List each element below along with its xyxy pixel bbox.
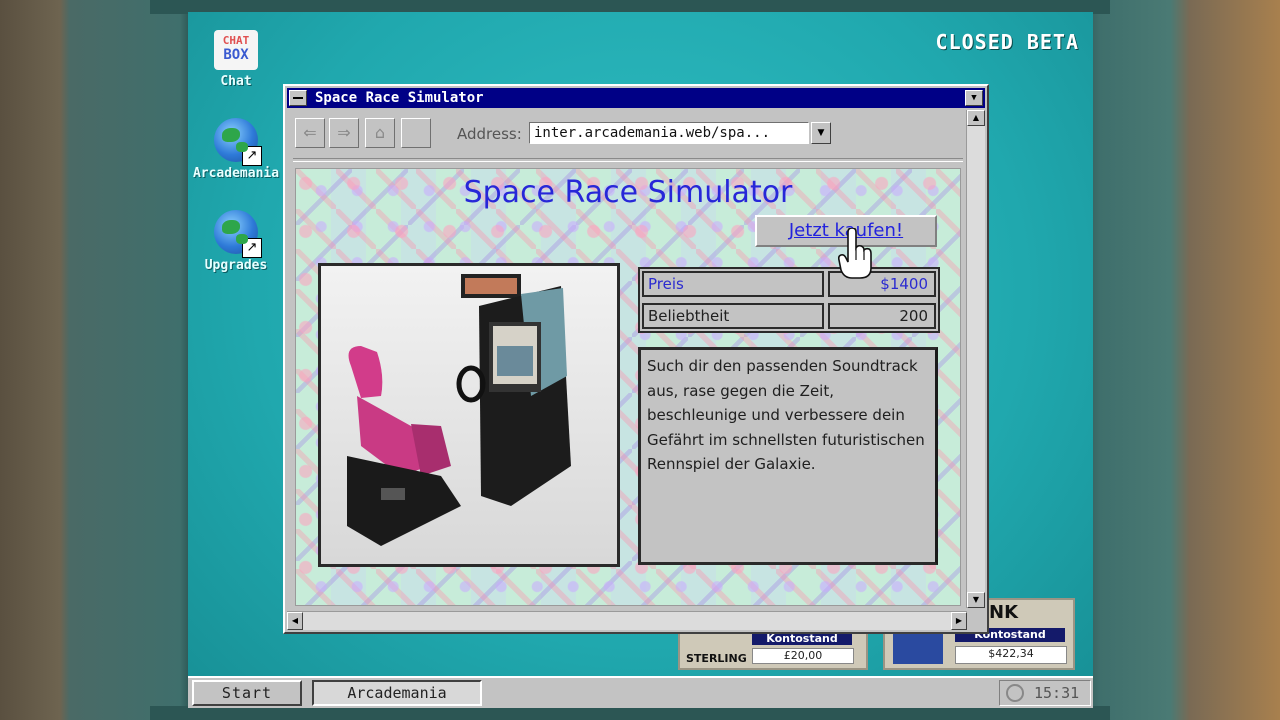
desktop-icon-label: Upgrades — [204, 258, 268, 273]
product-info-table: Preis $1400 Beliebtheit 200 — [638, 267, 940, 333]
arrow-left-icon: ⇐ — [303, 123, 317, 142]
toolbar-divider — [293, 158, 963, 162]
horizontal-scrollbar[interactable]: ◀ ▶ — [287, 611, 967, 630]
bank-balance-value: $422,34 — [955, 646, 1067, 664]
window-title: Space Race Simulator — [315, 90, 484, 106]
bank-widget-sterling[interactable]: STERLING Kontostand £20,00 — [678, 630, 868, 670]
arrow-right-icon: ⇒ — [337, 123, 351, 142]
system-menu-button[interactable] — [289, 90, 307, 106]
arcade-cabinet-illustration — [321, 266, 617, 564]
back-button[interactable]: ⇐ — [295, 118, 325, 148]
chatbox-logo-line2: BOX — [223, 47, 249, 63]
monitor-bezel-left — [0, 0, 190, 720]
monitor-bezel-right — [1080, 0, 1280, 720]
home-button[interactable]: ⌂ — [365, 118, 395, 148]
desktop-icon-label: Arcademania — [192, 166, 280, 181]
scroll-left-button[interactable]: ◀ — [287, 612, 303, 630]
scroll-down-button[interactable]: ▼ — [967, 592, 985, 608]
address-input[interactable]: inter.arcademania.web/spa... — [529, 122, 809, 144]
info-popularity-value: 200 — [828, 303, 936, 329]
info-price-label: Preis — [642, 271, 824, 297]
desktop-icon-chat[interactable]: CHAT BOX Chat — [188, 30, 286, 89]
forward-button[interactable]: ⇒ — [329, 118, 359, 148]
minimize-button[interactable]: ▼ — [965, 90, 983, 106]
closed-beta-label: CLOSED BETA — [935, 30, 1079, 54]
browser-window: Space Race Simulator ▼ ⇐ ⇒ ⌂ Address: in… — [283, 84, 989, 634]
taskbar-clock: 15:31 — [1034, 684, 1080, 702]
bank-balance-value: £20,00 — [752, 648, 854, 664]
desktop-icon-label: Chat — [220, 74, 252, 89]
title-bar[interactable]: Space Race Simulator ▼ — [287, 88, 985, 108]
taskbar-item-arcademania[interactable]: Arcademania — [312, 680, 482, 706]
blank-toolbar-button[interactable] — [401, 118, 431, 148]
bank-brand: STERLING — [686, 652, 747, 665]
desktop-icon-arcademania[interactable]: ↗ Arcademania — [188, 118, 286, 181]
address-dropdown-button[interactable]: ▼ — [811, 122, 831, 144]
info-popularity-label: Beliebtheit — [642, 303, 824, 329]
hand-cursor-icon — [838, 228, 872, 279]
scroll-up-button[interactable]: ▲ — [967, 110, 985, 126]
taskbar: Start Arcademania 15:31 — [188, 676, 1093, 708]
product-image — [318, 263, 620, 567]
chatbox-logo-icon: CHAT BOX — [214, 30, 258, 70]
clock-icon — [1006, 684, 1024, 702]
scroll-right-button[interactable]: ▶ — [951, 612, 967, 630]
product-description: Such dir den passenden Soundtrack aus, r… — [638, 347, 938, 565]
globe-icon: ↗ — [214, 210, 262, 258]
globe-icon: ↗ — [214, 118, 262, 166]
monitor-bezel-bottom — [150, 706, 1110, 720]
browser-toolbar: ⇐ ⇒ ⌂ Address: inter.arcademania.web/spa… — [293, 116, 963, 150]
page-title: Space Race Simulator — [463, 175, 793, 210]
chatbox-logo-line1: CHAT — [222, 34, 250, 47]
shortcut-arrow-icon: ↗ — [242, 238, 262, 258]
vertical-scrollbar[interactable]: ▲ ▼ — [966, 110, 985, 608]
home-icon: ⌂ — [374, 123, 386, 142]
bank-brand: NK — [989, 602, 1019, 623]
shortcut-arrow-icon: ↗ — [242, 146, 262, 166]
start-button[interactable]: Start — [192, 680, 302, 706]
desktop-icon-upgrades[interactable]: ↗ Upgrades — [188, 210, 286, 273]
system-tray: 15:31 — [999, 680, 1091, 706]
address-label: Address: — [457, 125, 522, 143]
bank-logo-icon — [893, 630, 943, 664]
